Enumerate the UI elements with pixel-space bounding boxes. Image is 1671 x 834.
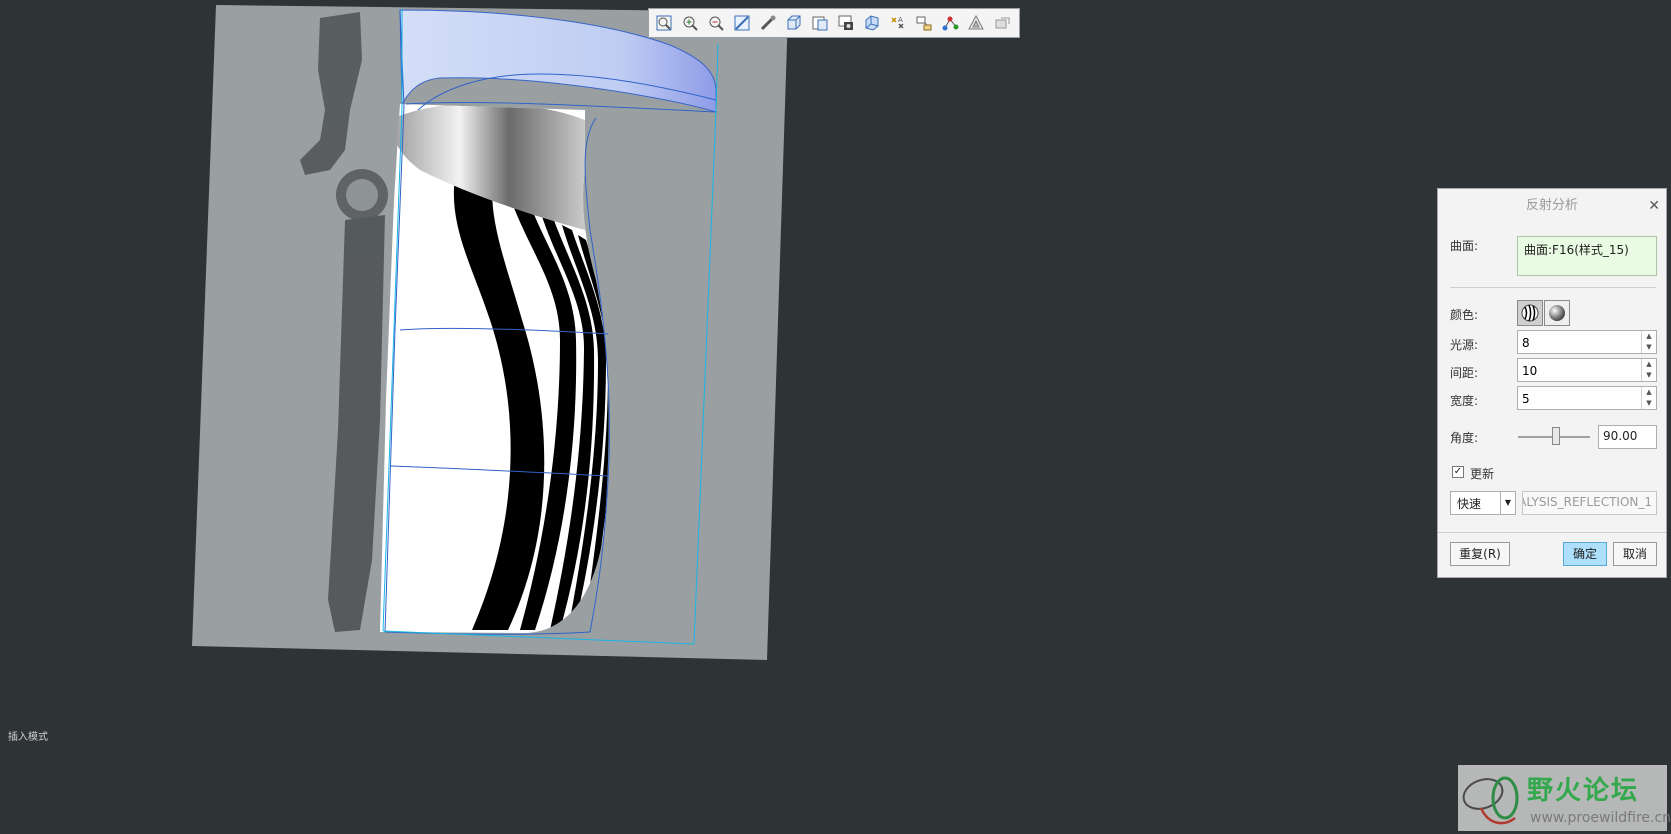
update-checkbox[interactable]: ✓	[1452, 466, 1464, 478]
sketch-view-icon[interactable]	[991, 12, 1013, 34]
repeat-button[interactable]: 重复(R)	[1450, 542, 1510, 566]
status-text: 插入模式	[8, 732, 48, 743]
saved-orientations-icon[interactable]	[783, 12, 805, 34]
surface-collector[interactable]: 曲面:F16(样式_15)	[1517, 236, 1657, 276]
zoom-fit-icon[interactable]	[653, 12, 675, 34]
dialog-title-text: 反射分析	[1525, 198, 1578, 213]
divider	[1450, 287, 1656, 288]
light-label: 光源:	[1450, 338, 1479, 352]
named-views-icon[interactable]	[809, 12, 831, 34]
spin-up-icon[interactable]: ▲	[1642, 387, 1656, 398]
spin-down-icon[interactable]: ▼	[1642, 370, 1656, 381]
zebra-stripes-icon	[1521, 304, 1539, 322]
shaded-sphere-icon	[1549, 305, 1565, 321]
spin-down-icon[interactable]: ▼	[1642, 398, 1656, 409]
angle-slider-thumb[interactable]	[1552, 427, 1560, 445]
reflection-analysis-dialog: 反射分析 ✕ 曲面: 曲面:F16(样式_15) 颜色: 光源: ▲▼ 间距: …	[1437, 188, 1667, 578]
spin-up-icon[interactable]: ▲	[1642, 359, 1656, 370]
model-render	[192, 5, 788, 660]
zoom-out-icon[interactable]	[705, 12, 727, 34]
color-label: 颜色:	[1450, 308, 1479, 322]
datum-display-icon[interactable]	[913, 12, 935, 34]
mode-value: 快速	[1457, 497, 1482, 511]
forum-logo	[1462, 776, 1519, 825]
dialog-title: 反射分析 ✕	[1438, 189, 1666, 223]
light-source-input[interactable]	[1518, 331, 1644, 355]
svg-text:A: A	[898, 16, 903, 24]
spacing-label: 间距:	[1450, 366, 1479, 380]
annotation-display-icon[interactable]: A	[887, 12, 909, 34]
light-source-stepper[interactable]: ▲▼	[1517, 330, 1657, 355]
cancel-button[interactable]: 取消	[1613, 542, 1657, 566]
surface-label: 曲面:	[1450, 239, 1479, 253]
spacing-input[interactable]	[1518, 359, 1644, 383]
spacing-stepper[interactable]: ▲▼	[1517, 358, 1657, 383]
chevron-down-icon[interactable]: ▼	[1500, 492, 1515, 514]
width-input[interactable]	[1518, 387, 1644, 411]
watermark-url: www.proewildfire.cn	[1530, 810, 1671, 826]
model-display-icon[interactable]	[757, 12, 779, 34]
spin-up-icon[interactable]: ▲	[1642, 331, 1656, 342]
shaded-color-button[interactable]	[1544, 300, 1570, 326]
update-label: 更新	[1470, 467, 1495, 481]
spin-center-icon[interactable]	[939, 12, 961, 34]
close-icon[interactable]: ✕	[1648, 189, 1660, 223]
angle-input[interactable]: 90.00	[1598, 425, 1657, 449]
display-style-icon[interactable]	[835, 12, 857, 34]
angle-label: 角度:	[1450, 431, 1479, 445]
datum-planes-icon[interactable]	[965, 12, 987, 34]
analysis-name-field[interactable]: ANALYSIS_REFLECTION_1	[1522, 491, 1657, 515]
graphics-toolbar: A	[648, 8, 1020, 38]
stripe-color-button[interactable]	[1517, 300, 1543, 326]
mode-dropdown[interactable]: 快速 ▼	[1450, 491, 1516, 515]
watermark-text: 野火论坛	[1527, 776, 1640, 806]
spin-down-icon[interactable]: ▼	[1642, 342, 1656, 353]
section-icon[interactable]	[861, 12, 883, 34]
graphics-viewport[interactable]	[0, 0, 1671, 834]
ok-button[interactable]: 确定	[1563, 542, 1607, 566]
repaint-icon[interactable]	[731, 12, 753, 34]
zoom-in-icon[interactable]	[679, 12, 701, 34]
divider	[1438, 532, 1666, 533]
forum-watermark: 野火论坛 www.proewildfire.cn	[1458, 765, 1671, 831]
width-stepper[interactable]: ▲▼	[1517, 386, 1657, 411]
width-label: 宽度:	[1450, 394, 1479, 408]
